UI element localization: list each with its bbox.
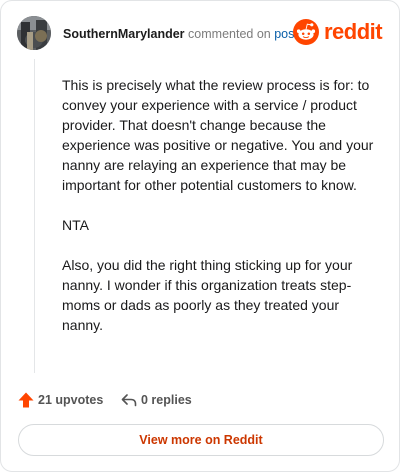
- reply-count: 0 replies: [141, 393, 192, 407]
- comment-actions: 21 upvotes 0 replies: [17, 390, 383, 410]
- thread-line: [34, 59, 35, 373]
- comment-paragraph: This is precisely what the review proces…: [62, 77, 374, 193]
- reddit-snoo-icon: [293, 19, 319, 45]
- username-link[interactable]: SouthernMarylander: [63, 27, 185, 41]
- view-more-on-reddit-button[interactable]: View more on Reddit: [18, 424, 384, 456]
- upvote-arrow-icon: [18, 392, 34, 408]
- reply-icon: [121, 394, 137, 407]
- reddit-logo[interactable]: reddit: [293, 19, 385, 47]
- reddit-comment-embed-card: SouthernMarylander commented on post red…: [0, 0, 400, 472]
- comment-paragraph: NTA: [62, 217, 89, 233]
- avatar-image: [17, 16, 51, 50]
- reddit-wordmark: reddit: [324, 19, 383, 44]
- comment-header: SouthernMarylander commented on post red…: [17, 16, 385, 54]
- upvote-count: 21 upvotes: [38, 393, 104, 407]
- comment-paragraph: Also, you did the right thing sticking u…: [62, 257, 353, 333]
- comment-byline: SouthernMarylander commented on post: [63, 26, 298, 42]
- comment-body: This is precisely what the review proces…: [62, 75, 376, 355]
- commented-on-text: commented on: [188, 27, 271, 41]
- user-avatar[interactable]: [17, 16, 51, 50]
